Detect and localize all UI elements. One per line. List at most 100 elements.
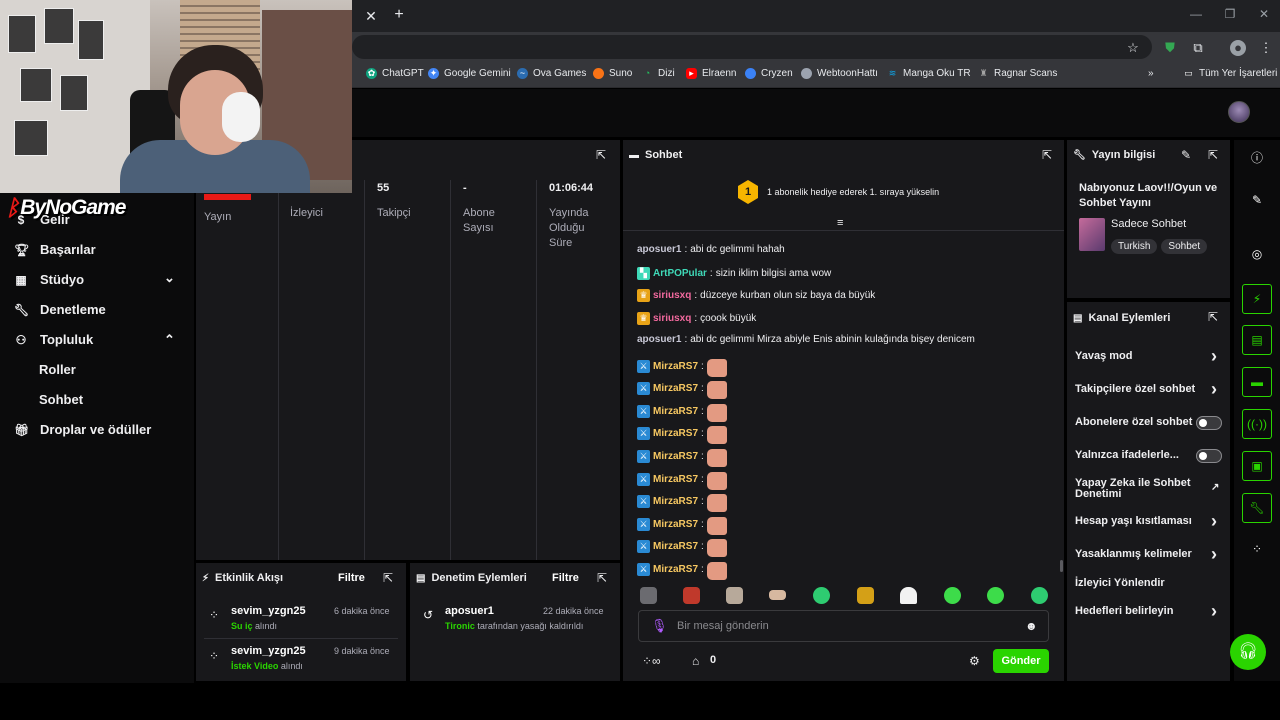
chat-username[interactable]: MirzaRS7: [653, 564, 698, 575]
bookmark-manga-oku-tr[interactable]: ≋ Manga Oku TR: [887, 68, 971, 79]
nav-item-basarilar[interactable]: 🏆︎ Başarılar: [14, 242, 96, 257]
edit-pencil-icon[interactable]: ✎: [1179, 148, 1193, 162]
chat-username[interactable]: MirzaRS7: [653, 428, 698, 439]
popout-icon[interactable]: ⇱: [594, 148, 608, 162]
chat-scrollbar[interactable]: [1060, 560, 1063, 572]
pointing-hand-emote[interactable]: [706, 517, 727, 535]
minimize-icon[interactable]: —: [1188, 7, 1204, 21]
pointing-hand-emote[interactable]: [706, 449, 727, 467]
moderation-filter-button[interactable]: Filtre: [552, 572, 579, 584]
support-headset-icon[interactable]: 🎧︎: [1230, 634, 1266, 670]
chat-username[interactable]: MirzaRS7: [653, 541, 698, 552]
emote[interactable]: [1031, 587, 1048, 604]
bookmark-suno[interactable]: Suno: [593, 68, 632, 79]
chat-settings-icon[interactable]: ⚙︎: [969, 654, 980, 668]
broadcast-icon[interactable]: ((·)): [1242, 409, 1272, 439]
chat-username[interactable]: ArtPOPular: [653, 268, 707, 279]
chat-username[interactable]: MirzaRS7: [653, 406, 698, 417]
channel-action-label[interactable]: İzleyici Yönlendir: [1075, 577, 1165, 589]
bookmark-star-icon[interactable]: ☆: [1125, 40, 1141, 56]
toggle-switch[interactable]: [1196, 449, 1222, 463]
camera-icon[interactable]: ◎: [1242, 240, 1272, 270]
nav-item-denetleme[interactable]: 🔧︎ Denetleme: [14, 302, 106, 317]
address-bar[interactable]: [352, 35, 1152, 59]
profile-avatar-icon[interactable]: ●: [1230, 40, 1246, 56]
chat-username[interactable]: MirzaRS7: [653, 361, 698, 372]
external-link-icon[interactable]: ↗: [1211, 482, 1219, 493]
chat-username[interactable]: MirzaRS7: [653, 496, 698, 507]
category-box-art[interactable]: [1079, 218, 1105, 251]
bookmark-dizi[interactable]: ◔ Dizi: [642, 68, 675, 79]
popout-icon[interactable]: ⇱: [1040, 148, 1054, 162]
channel-action-label[interactable]: Abonelere özel sohbet: [1075, 416, 1192, 428]
restore-icon[interactable]: ❐: [1222, 7, 1238, 21]
send-button[interactable]: Gönder: [993, 649, 1049, 673]
channel-action-label[interactable]: Yapay Zeka ile Sohbet Denetimi: [1075, 478, 1195, 500]
bookmark-ragnar-scans[interactable]: ♜ Ragnar Scans: [978, 68, 1057, 79]
popout-icon[interactable]: ⇱: [1206, 310, 1220, 324]
activity-user[interactable]: sevim_yzgn25: [231, 645, 306, 657]
chat-username[interactable]: aposuer1: [637, 244, 681, 255]
channel-points-icon[interactable]: ⁘: [1242, 535, 1272, 565]
popout-icon[interactable]: ⇱: [1206, 148, 1220, 162]
emote[interactable]: [769, 590, 786, 600]
pointing-hand-emote[interactable]: [706, 381, 727, 399]
bookmark-webtoonhatti[interactable]: WebtoonHattı: [801, 68, 878, 79]
pointing-hand-emote[interactable]: [706, 539, 727, 557]
popout-icon[interactable]: ⇱: [595, 571, 609, 585]
chevron-up-icon[interactable]: ⌃: [164, 332, 175, 348]
emote[interactable]: [640, 587, 657, 604]
emote[interactable]: [683, 587, 700, 604]
chevron-right-icon[interactable]: ›: [1211, 380, 1217, 398]
bookmark-elraenn[interactable]: ▸ Elraenn: [686, 68, 736, 79]
chevron-down-icon[interactable]: ⌄: [164, 270, 175, 286]
popout-icon[interactable]: ⇱: [381, 571, 395, 585]
tag-sohbet[interactable]: Sohbet: [1161, 239, 1208, 254]
gift-store-icon[interactable]: ⌂: [692, 654, 699, 668]
wrench-icon[interactable]: 🔧︎: [1242, 493, 1272, 523]
chat-username[interactable]: aposuer1: [637, 334, 681, 345]
bookmark-chatgpt[interactable]: ✿ ChatGPT: [366, 68, 424, 79]
lightning-icon[interactable]: ⚡︎: [1242, 284, 1272, 314]
channel-action-label[interactable]: Takipçilere özel sohbet: [1075, 383, 1195, 395]
emoji-icon[interactable]: ☻: [1025, 619, 1038, 633]
tab-close-icon[interactable]: ✕: [362, 7, 380, 25]
shield-extension-icon[interactable]: ⛊: [1162, 40, 1178, 56]
tag-turkish[interactable]: Turkish: [1111, 239, 1158, 254]
nav-item-topluluk[interactable]: ⚇ Topluluk: [14, 332, 94, 347]
extensions-icon[interactable]: ⧉: [1190, 40, 1206, 56]
nav-item-roller[interactable]: Roller: [39, 362, 76, 377]
emote[interactable]: [944, 587, 961, 604]
emote[interactable]: [900, 587, 917, 604]
nav-item-droplar[interactable]: 🎁︎ Droplar ve ödüller: [14, 422, 151, 437]
pointing-hand-emote[interactable]: [706, 404, 727, 422]
activity-user[interactable]: sevim_yzgn25: [231, 605, 306, 617]
activity-filter-button[interactable]: Filtre: [338, 572, 365, 584]
chevron-right-icon[interactable]: ›: [1211, 347, 1217, 365]
pointing-hand-emote[interactable]: [706, 359, 727, 377]
pointing-hand-emote[interactable]: [706, 494, 727, 512]
chevron-right-icon[interactable]: ›: [1211, 512, 1217, 530]
bookmark-google-gemini[interactable]: ✦ Google Gemini: [428, 68, 511, 79]
channel-points-icon[interactable]: ⁘∞: [642, 654, 661, 668]
toggle-switch[interactable]: [1196, 416, 1222, 430]
collapse-icon[interactable]: ≡: [837, 217, 843, 229]
window-close-icon[interactable]: ✕: [1256, 7, 1272, 21]
bookmarks-overflow-icon[interactable]: »: [1148, 68, 1154, 79]
chat-username[interactable]: MirzaRS7: [653, 451, 698, 462]
stream-manager-icon[interactable]: ▣: [1242, 451, 1272, 481]
chat-username[interactable]: MirzaRS7: [653, 519, 698, 530]
emote[interactable]: [857, 587, 874, 604]
bookmark-cryzen[interactable]: Cryzen: [745, 68, 793, 79]
stream-category[interactable]: Sadece Sohbet: [1111, 218, 1186, 230]
user-avatar[interactable]: [1228, 101, 1250, 123]
channel-action-label[interactable]: Hedefleri belirleyin: [1075, 605, 1173, 617]
emote[interactable]: [987, 587, 1004, 604]
browser-menu-icon[interactable]: ⋮: [1258, 40, 1274, 56]
channel-action-label[interactable]: Hesap yaşı kısıtlaması: [1075, 515, 1192, 527]
channel-action-label[interactable]: Yalnızca ifadelerle...: [1075, 449, 1179, 461]
chat-username[interactable]: MirzaRS7: [653, 474, 698, 485]
pointing-hand-emote[interactable]: [706, 472, 727, 490]
chat-icon[interactable]: ▬: [1242, 367, 1272, 397]
nav-item-sohbet[interactable]: Sohbet: [39, 392, 83, 407]
